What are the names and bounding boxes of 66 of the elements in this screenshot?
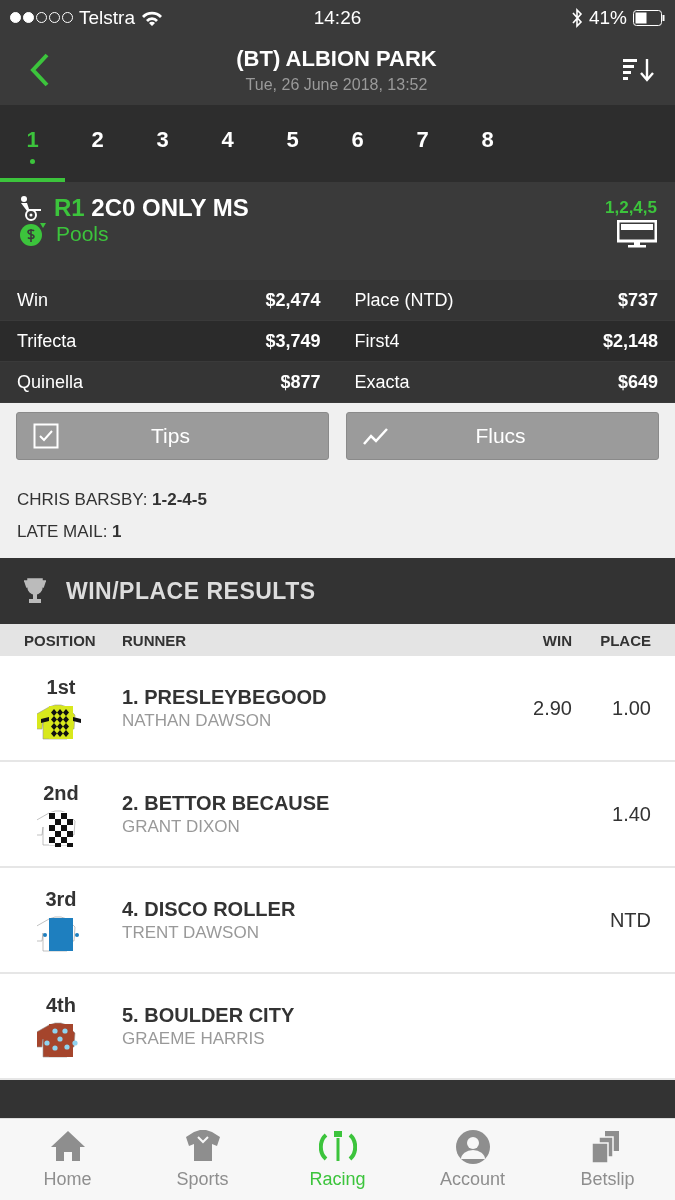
- column-header: RUNNER: [122, 631, 188, 649]
- venue-title: (BT) ALBION PARK: [235, 46, 438, 72]
- race-date: Tue, 26 June 2018, 13:52: [244, 76, 429, 94]
- checkbox-icon: [33, 423, 59, 449]
- runner-name: 2. BETTOR BECAUSE: [122, 791, 331, 815]
- pool-amount: $2,474: [265, 289, 321, 311]
- pool-name: Quinella: [17, 371, 84, 393]
- finish-position: 4th: [46, 993, 76, 1017]
- nav-tab[interactable]: Sports: [135, 1119, 270, 1200]
- back-button[interactable]: [30, 53, 50, 87]
- runner-name: 1. PRESLEYBEGOOD: [122, 685, 328, 709]
- pool-amount: $649: [617, 371, 658, 393]
- pool-name: Win: [17, 289, 48, 311]
- place-dividend: 1.40: [611, 802, 652, 826]
- nav-tab[interactable]: Home: [0, 1119, 135, 1200]
- column-header: WIN: [541, 631, 573, 649]
- race-tab[interactable]: 4: [195, 105, 260, 182]
- place-dividend: 1.00: [611, 696, 652, 720]
- finish-position: 1st: [46, 675, 76, 699]
- money-bag-icon: [18, 221, 48, 247]
- jockey-name: NATHAN DAWSON: [122, 710, 273, 731]
- column-header: PLACE: [599, 631, 652, 649]
- race-tab[interactable]: 2: [65, 105, 130, 182]
- line-chart-icon: [363, 426, 389, 446]
- race-tab[interactable]: 8: [455, 105, 520, 182]
- pool-name: Trifecta: [17, 330, 77, 352]
- wifi-icon: [140, 9, 163, 26]
- pools-label: Pools: [56, 224, 110, 244]
- race-name: R1 2C0 ONLY MS: [54, 194, 250, 222]
- race-tab[interactable]: 6: [325, 105, 390, 182]
- pool-amount: $877: [280, 371, 321, 393]
- win-dividend: 2.90: [532, 696, 573, 720]
- pool-name: First4: [354, 330, 400, 352]
- jockey-name: GRAEME HARRIS: [122, 1028, 266, 1049]
- back-icon: [30, 53, 50, 87]
- pool-name: Place (NTD): [354, 289, 454, 311]
- battery-icon: [633, 9, 665, 26]
- race-result: 1,2,4,5: [605, 198, 657, 218]
- runner-name: 5. BOULDER CITY: [122, 1003, 296, 1027]
- trophy-icon: [22, 577, 48, 605]
- pool-amount: $2,148: [602, 330, 658, 352]
- race-tab[interactable]: 3: [130, 105, 195, 182]
- live-tv-icon: [617, 220, 657, 248]
- bluetooth-icon: [571, 7, 583, 28]
- race-tab[interactable]: 5: [260, 105, 325, 182]
- jockey-name: TRENT DAWSON: [122, 922, 260, 943]
- person-icon: [453, 1129, 492, 1165]
- pool-amount: $737: [617, 289, 658, 311]
- section-title: WIN/PLACE RESULTS: [66, 577, 316, 605]
- pool-amount: $3,749: [265, 330, 321, 352]
- jockey-name: GRANT DIXON: [122, 816, 241, 837]
- finish-position: 2nd: [43, 781, 79, 805]
- pool-name: Exacta: [354, 371, 410, 393]
- tip-line: CHRIS BARSBY: 1-2-4-5: [17, 489, 208, 511]
- nav-tab[interactable]: Betslip: [540, 1119, 675, 1200]
- finish-position: 3rd: [45, 887, 77, 911]
- sort-icon[interactable]: [623, 57, 655, 83]
- clock-time: 14:26: [313, 6, 362, 29]
- battery-level: 41%: [589, 6, 627, 29]
- nav-tab[interactable]: Account: [405, 1119, 540, 1200]
- runner-name: 4. DISCO ROLLER: [122, 897, 297, 921]
- column-header: POSITION: [23, 631, 97, 649]
- tip-line: LATE MAIL: 1: [17, 521, 123, 543]
- place-dividend: NTD: [608, 908, 652, 932]
- race-tab[interactable]: 7: [390, 105, 455, 182]
- carrier-name: Telstra: [79, 6, 135, 29]
